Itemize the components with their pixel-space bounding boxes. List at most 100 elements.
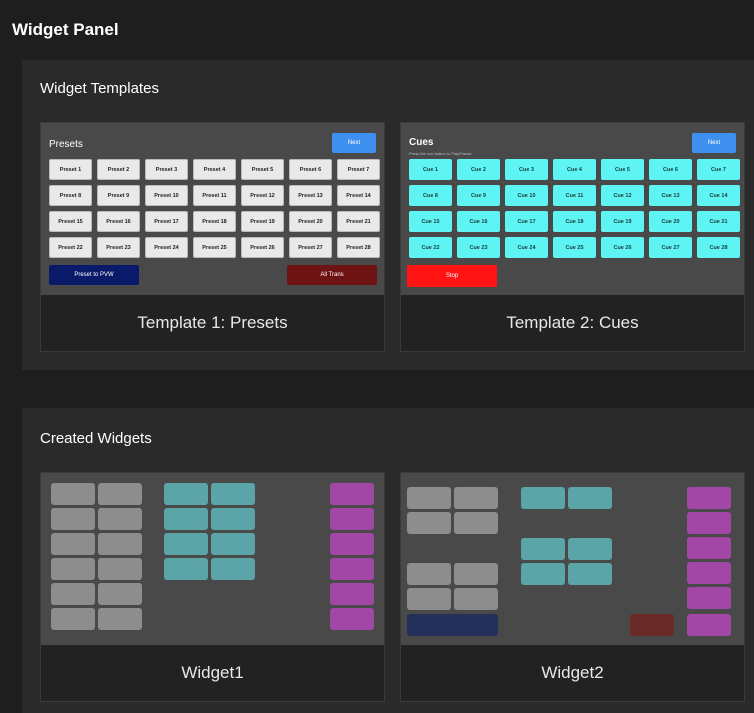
widget1-teal-block xyxy=(164,533,208,555)
widget1-gray-block xyxy=(98,558,142,580)
preset-preview-button: Preset 13 xyxy=(289,185,332,206)
created-widgets-section: Created Widgets Widget1 Widget2 xyxy=(22,408,754,713)
template-presets-card[interactable]: Presets Next Preset 1 Preset 2 Preset 3 Pre… xyxy=(40,122,385,352)
preset-preview-button: Preset 28 xyxy=(337,237,380,258)
preset-preview-button: Preset 14 xyxy=(337,185,380,206)
widget2-teal-block xyxy=(521,538,565,560)
cue-preview-button: Cue 24 xyxy=(505,237,548,258)
widget1-gray-block xyxy=(51,558,95,580)
preset-button-grid: Preset 1 Preset 2 Preset 3 Preset 4 Preset 5… xyxy=(49,159,380,258)
widget1-magenta-block xyxy=(330,508,374,530)
widget2-card[interactable]: Widget2 xyxy=(400,472,745,702)
widget1-teal-block xyxy=(164,558,208,580)
page-title: Widget Panel xyxy=(12,20,119,39)
widget1-teal-block xyxy=(211,533,255,555)
presets-preview-title: Presets xyxy=(49,139,83,150)
cue-preview-button: Cue 3 xyxy=(505,159,548,180)
preset-preview-button: Preset 19 xyxy=(241,211,284,232)
widget2-gray-block xyxy=(454,588,498,610)
created-widgets-heading: Created Widgets xyxy=(40,430,152,447)
widget2-gray-block xyxy=(407,487,451,509)
cue-preview-button: Cue 9 xyxy=(457,185,500,206)
preset-preview-button: Preset 9 xyxy=(97,185,140,206)
template-cues-preview: Cues Press the cue button to Play/Pause … xyxy=(401,123,744,295)
widget2-navy-block xyxy=(407,614,498,636)
template-cues-label: Template 2: Cues xyxy=(401,295,744,351)
widget1-gray-block xyxy=(51,608,95,630)
cue-preview-button: Cue 15 xyxy=(409,211,452,232)
cue-preview-button: Cue 13 xyxy=(649,185,692,206)
widget2-gray-block xyxy=(454,512,498,534)
cues-next-button: Next xyxy=(692,133,736,153)
cues-preview-subtitle: Press the cue button to Play/Pause xyxy=(409,151,472,156)
cue-preview-button: Cue 14 xyxy=(697,185,740,206)
cue-preview-button: Cue 2 xyxy=(457,159,500,180)
widget2-gray-block xyxy=(454,563,498,585)
widget2-magenta-block xyxy=(687,487,731,509)
template-presets-preview: Presets Next Preset 1 Preset 2 Preset 3 Pre… xyxy=(41,123,384,295)
cue-preview-button: Cue 16 xyxy=(457,211,500,232)
widget1-gray-block xyxy=(51,533,95,555)
cue-preview-button: Cue 28 xyxy=(697,237,740,258)
widget2-magenta-block xyxy=(687,537,731,559)
preset-preview-button: Preset 24 xyxy=(145,237,188,258)
template-cues-card[interactable]: Cues Press the cue button to Play/Pause … xyxy=(400,122,745,352)
cue-preview-button: Cue 22 xyxy=(409,237,452,258)
widget1-teal-block xyxy=(164,508,208,530)
presets-next-button: Next xyxy=(332,133,376,153)
widget1-gray-block xyxy=(98,508,142,530)
widget1-gray-block xyxy=(98,533,142,555)
preset-preview-button: Preset 2 xyxy=(97,159,140,180)
widget2-gray-block xyxy=(454,487,498,509)
cue-preview-button: Cue 5 xyxy=(601,159,644,180)
stop-button: Stop xyxy=(407,265,497,287)
widget2-teal-block xyxy=(568,538,612,560)
cue-preview-button: Cue 1 xyxy=(409,159,452,180)
cue-preview-button: Cue 18 xyxy=(553,211,596,232)
widget-templates-section: Widget Templates Presets Next Preset 1 Pr… xyxy=(22,60,754,370)
widget1-gray-block xyxy=(98,583,142,605)
widget1-magenta-block xyxy=(330,483,374,505)
widget1-teal-block xyxy=(211,483,255,505)
widget1-gray-block xyxy=(51,508,95,530)
widget2-teal-block xyxy=(568,563,612,585)
widget1-magenta-block xyxy=(330,608,374,630)
widget1-magenta-block xyxy=(330,558,374,580)
widget2-gray-block xyxy=(407,563,451,585)
preset-preview-button: Preset 15 xyxy=(49,211,92,232)
cue-preview-button: Cue 19 xyxy=(601,211,644,232)
cue-preview-button: Cue 27 xyxy=(649,237,692,258)
preset-preview-button: Preset 4 xyxy=(193,159,236,180)
cue-preview-button: Cue 6 xyxy=(649,159,692,180)
cue-preview-button: Cue 4 xyxy=(553,159,596,180)
cue-preview-button: Cue 25 xyxy=(553,237,596,258)
preset-preview-button: Preset 20 xyxy=(289,211,332,232)
widget-templates-heading: Widget Templates xyxy=(40,80,159,97)
cue-preview-button: Cue 10 xyxy=(505,185,548,206)
widget1-teal-block xyxy=(211,558,255,580)
cue-preview-button: Cue 26 xyxy=(601,237,644,258)
template-presets-label: Template 1: Presets xyxy=(41,295,384,351)
preset-preview-button: Preset 8 xyxy=(49,185,92,206)
preset-preview-button: Preset 3 xyxy=(145,159,188,180)
preset-to-pvw-button: Preset to PVW xyxy=(49,265,139,285)
widget2-maroon-block xyxy=(630,614,674,636)
widget1-gray-block xyxy=(98,483,142,505)
widget2-magenta-block xyxy=(687,512,731,534)
cue-preview-button: Cue 7 xyxy=(697,159,740,180)
widget2-teal-block xyxy=(521,563,565,585)
widget1-preview xyxy=(41,473,384,645)
widget1-card[interactable]: Widget1 xyxy=(40,472,385,702)
preset-preview-button: Preset 5 xyxy=(241,159,284,180)
widget1-gray-block xyxy=(98,608,142,630)
cue-preview-button: Cue 21 xyxy=(697,211,740,232)
preset-preview-button: Preset 18 xyxy=(193,211,236,232)
widget2-preview xyxy=(401,473,744,645)
widget2-magenta-block xyxy=(687,562,731,584)
widget1-magenta-block xyxy=(330,583,374,605)
cue-preview-button: Cue 20 xyxy=(649,211,692,232)
cue-preview-button: Cue 8 xyxy=(409,185,452,206)
preset-preview-button: Preset 11 xyxy=(193,185,236,206)
preset-preview-button: Preset 21 xyxy=(337,211,380,232)
widget1-teal-block xyxy=(211,508,255,530)
